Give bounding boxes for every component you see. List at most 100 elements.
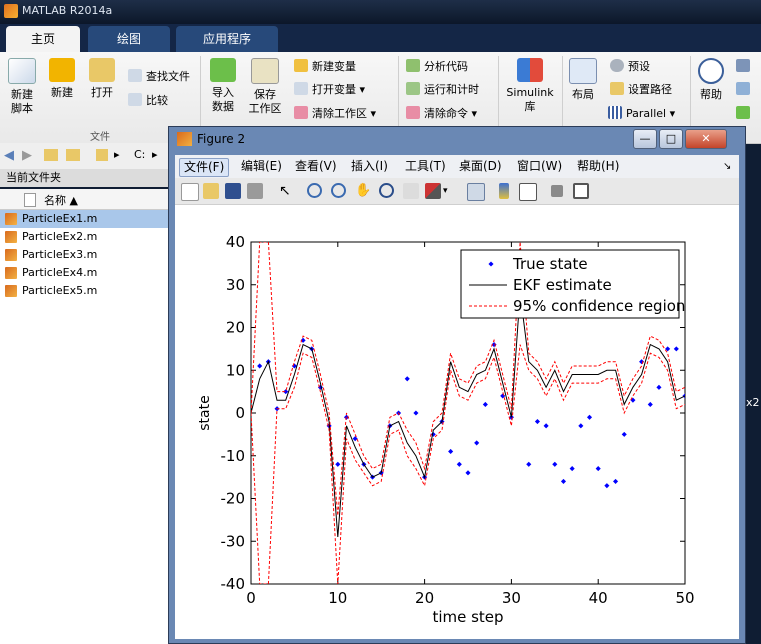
chevron-down-icon: ▾ [356, 83, 366, 96]
preferences-label: 预设 [628, 60, 650, 73]
analyze-code-button[interactable]: 分析代码 [406, 58, 468, 76]
clear-commands-button[interactable]: 清除命令 ▾ [406, 105, 477, 123]
set-path-label: 设置路径 [628, 83, 672, 96]
true-state-point [578, 423, 584, 429]
file-row[interactable]: ParticleEx1.m [0, 210, 170, 228]
file-row[interactable]: ParticleEx3.m [0, 246, 170, 264]
ribbon-divider [398, 56, 399, 136]
zoom-out-icon[interactable] [331, 183, 346, 198]
menubar-overflow-icon[interactable]: ↘ [719, 158, 735, 175]
addons-icon [736, 106, 750, 119]
plot-area[interactable]: 0 10 20 30 40 50 -40 -30 -20 -10 0 10 20 30 40 time st… [175, 205, 739, 639]
back-arrow-icon[interactable]: ◀ [4, 148, 14, 163]
colorbar-icon[interactable] [499, 183, 509, 199]
true-state-point [560, 478, 567, 484]
close-button[interactable]: ✕ [685, 129, 727, 149]
import-data-button[interactable]: 导入 数据 [206, 58, 240, 114]
new-variable-button[interactable]: 新建变量 [294, 58, 356, 76]
file-name: ParticleEx4.m [22, 266, 98, 279]
forward-arrow-icon[interactable]: ▶ [22, 148, 32, 163]
true-state-point [552, 461, 558, 467]
folder-icon [89, 58, 115, 82]
compare-button[interactable]: 比较 [128, 92, 168, 110]
true-state-point [639, 359, 645, 365]
true-state-point [404, 376, 410, 382]
print-icon[interactable] [247, 183, 263, 199]
tab-plots[interactable]: 绘图 [88, 26, 170, 52]
new-button[interactable]: 新建 [44, 58, 80, 100]
ribbon-divider [690, 56, 691, 136]
new-script-button[interactable]: 新建 脚本 [4, 58, 40, 116]
compare-label: 比较 [146, 94, 168, 107]
community-button[interactable] [736, 58, 754, 76]
save-workspace-button[interactable]: 保存 工作区 [246, 58, 284, 116]
menu-window[interactable]: 窗口(W) [513, 158, 566, 175]
menu-insert[interactable]: 插入(I) [347, 158, 392, 175]
link-plot-icon[interactable] [467, 183, 485, 201]
figure-title: Figure 2 [197, 132, 246, 146]
browse-folder-icon[interactable] [66, 149, 80, 161]
ribbon-divider [200, 56, 201, 136]
file-row[interactable]: ParticleEx2.m [0, 228, 170, 246]
addons-button[interactable] [736, 105, 754, 123]
menu-tools[interactable]: 工具(T) [401, 158, 450, 175]
simulink-label: Simulink 库 [506, 86, 554, 113]
file-name: ParticleEx5.m [22, 284, 98, 297]
help-button[interactable]: 帮助 [694, 58, 728, 102]
minimize-button[interactable]: — [633, 129, 657, 149]
menu-file[interactable]: 文件(F) [179, 158, 230, 177]
name-column-header[interactable]: 名称 ▲ [44, 192, 78, 208]
import-data-label: 导入 数据 [212, 86, 234, 113]
open-variable-button[interactable]: 打开变量 ▾ [294, 81, 365, 99]
tab-apps[interactable]: 应用程序 [176, 26, 278, 52]
true-state-point [482, 401, 488, 407]
layout-button[interactable]: 布局 [566, 58, 600, 102]
figure-canvas: 0 10 20 30 40 50 -40 -30 -20 -10 0 10 20 30 40 time st… [175, 205, 739, 639]
x-tick-label: 40 [589, 589, 608, 607]
menu-view[interactable]: 查看(V) [291, 158, 341, 175]
tab-home[interactable]: 主页 [6, 26, 80, 52]
file-row[interactable]: ParticleEx4.m [0, 264, 170, 282]
hide-plot-tools-icon[interactable] [551, 185, 563, 197]
path-text[interactable]: C: [134, 148, 145, 161]
save-icon[interactable] [225, 183, 241, 199]
menu-edit[interactable]: 编辑(E) [237, 158, 286, 175]
file-name: ParticleEx2.m [22, 230, 98, 243]
set-path-button[interactable]: 设置路径 [610, 81, 672, 99]
plus-icon [49, 58, 75, 82]
clear-workspace-button[interactable]: 清除工作区 ▾ [294, 105, 376, 123]
rotate-3d-icon[interactable] [379, 183, 394, 198]
maximize-button[interactable]: □ [659, 129, 683, 149]
preferences-button[interactable]: 预设 [610, 58, 650, 76]
side-text: x2 [746, 396, 760, 409]
new-label: 新建 [51, 86, 73, 99]
pan-hand-icon[interactable]: ✋ [355, 183, 371, 199]
true-state-point [569, 466, 575, 472]
menu-desktop[interactable]: 桌面(D) [455, 158, 506, 175]
data-cursor-icon[interactable] [403, 183, 419, 199]
help-label: 帮助 [700, 88, 722, 101]
legend[interactable]: True state EKF estimate 95% confidence reg… [460, 249, 685, 319]
app-title: MATLAB R2014a [22, 4, 113, 17]
support-button[interactable] [736, 81, 754, 99]
parallel-button[interactable]: Parallel ▾ [608, 105, 675, 123]
pointer-icon[interactable]: ↖ [279, 183, 295, 199]
run-and-time-button[interactable]: 运行和计时 [406, 81, 479, 99]
y-tick-label: 30 [226, 276, 245, 294]
find-files-button[interactable]: 查找文件 [128, 68, 190, 86]
open-button[interactable]: 打开 [84, 58, 120, 100]
new-figure-icon[interactable] [181, 183, 199, 201]
open-file-icon[interactable] [203, 183, 219, 199]
zoom-in-icon[interactable] [307, 183, 322, 198]
true-state-point [647, 401, 653, 407]
brush-icon[interactable] [425, 183, 441, 199]
file-row[interactable]: ParticleEx5.m [0, 282, 170, 300]
show-plot-tools-icon[interactable] [573, 183, 589, 199]
menu-help[interactable]: 帮助(H) [573, 158, 623, 175]
true-state-point [448, 448, 454, 455]
simulink-button[interactable]: Simulink 库 [502, 58, 558, 114]
legend-icon[interactable] [519, 183, 537, 201]
up-folder-icon[interactable] [44, 149, 58, 161]
chevron-down-icon[interactable]: ▾ [443, 183, 451, 199]
run-and-time-label: 运行和计时 [424, 83, 479, 96]
